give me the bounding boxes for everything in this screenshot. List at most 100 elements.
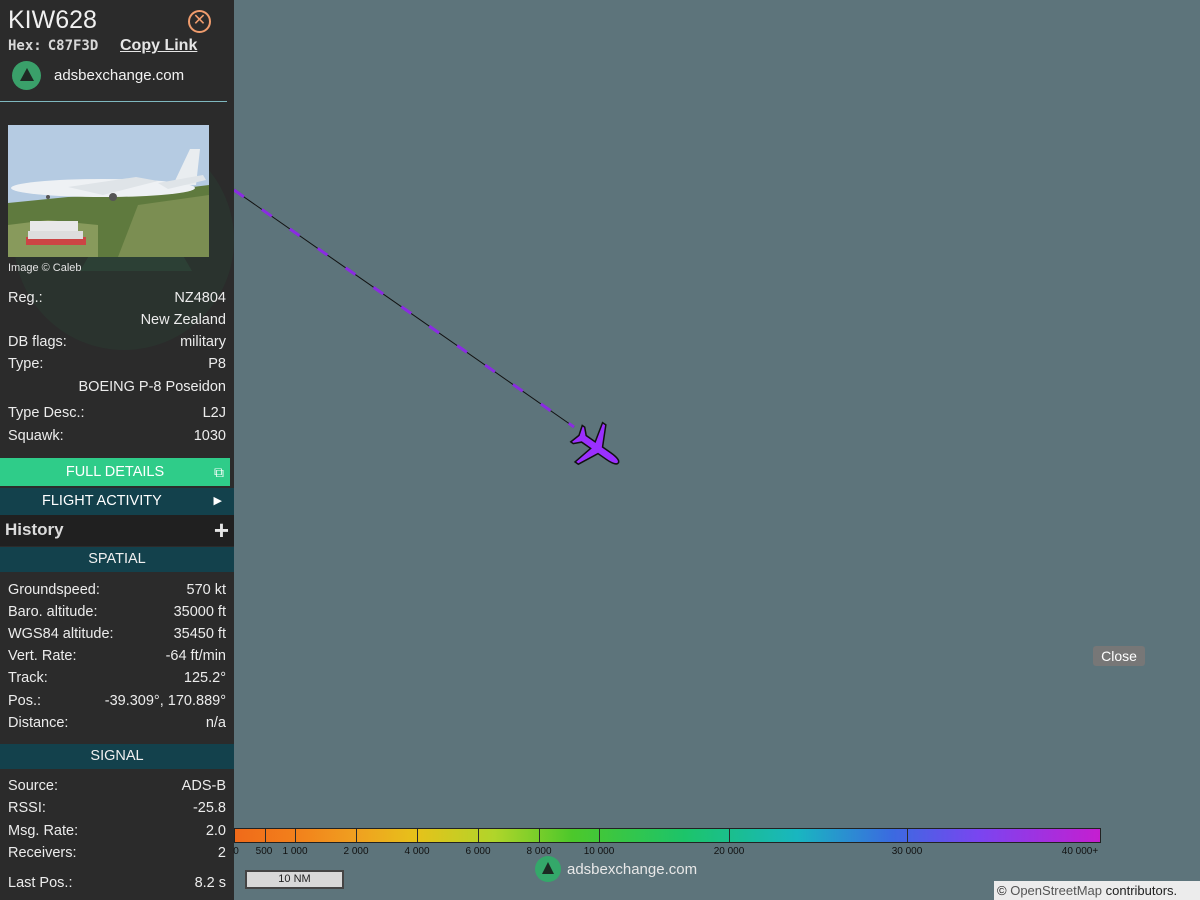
close-button[interactable]: Close [1093, 646, 1145, 666]
type-full-row: BOEING P-8 Poseidon [8, 379, 227, 399]
groundspeed-label: Groundspeed: [8, 582, 100, 598]
history-label: History [5, 520, 64, 539]
copy-link[interactable]: Copy Link [120, 37, 197, 55]
track-value: 125.2° [183, 670, 226, 686]
wgs-altitude-label: WGS84 altitude: [8, 626, 114, 642]
history-toggle[interactable]: History + [0, 515, 234, 546]
plus-icon: + [213, 515, 229, 545]
baro-altitude-label: Baro. altitude: [8, 604, 98, 620]
dbflags-value: military [180, 334, 226, 350]
scale-label: 2 000 [343, 846, 369, 857]
type-value: P8 [208, 356, 226, 372]
scale-label: 6 000 [465, 846, 491, 857]
country-value: New Zealand [140, 312, 226, 328]
track-label: Track: [8, 670, 48, 686]
callsign-title: KIW628 [8, 6, 97, 34]
squawk-value: 1030 [193, 428, 226, 444]
scale-tick [907, 829, 908, 842]
site-link[interactable]: adsbexchange.com [12, 61, 184, 90]
flight-activity-label: FLIGHT ACTIVITY [42, 493, 162, 509]
adsbexchange-logo-icon [12, 61, 41, 90]
rssi-label: RSSI: [8, 800, 46, 816]
scale-tick [356, 829, 357, 842]
scale-label: 500 [255, 846, 273, 857]
groundspeed-row: Groundspeed: 570 kt [8, 582, 226, 602]
country-row: New Zealand [8, 312, 226, 332]
groundspeed-value: 570 kt [186, 582, 227, 598]
scale-label: 4 000 [404, 846, 430, 857]
squawk-label: Squawk: [8, 428, 64, 444]
hex-label: Hex: [8, 38, 42, 54]
map-canvas[interactable] [234, 0, 1200, 900]
scale-tick [729, 829, 730, 842]
scale-tick [417, 829, 418, 842]
site-name: adsbexchange.com [54, 67, 185, 84]
wgs-altitude-row: WGS84 altitude: 35450 ft [8, 626, 226, 646]
attribution-prefix: © [997, 883, 1007, 898]
openstreetmap-link[interactable]: OpenStreetMap [1010, 883, 1102, 898]
msg-rate-row: Msg. Rate: 2.0 [8, 823, 226, 843]
chevron-right-icon: ▶ [213, 495, 222, 507]
baro-altitude-row: Baro. altitude: 35000 ft [8, 604, 226, 624]
attribution-suffix: contributors. [1105, 883, 1178, 898]
dbflags-row: DB flags: military [8, 334, 226, 354]
position-value: -39.309°, 170.889° [104, 693, 226, 709]
spatial-header: SPATIAL [0, 547, 234, 572]
flight-activity-button[interactable]: FLIGHT ACTIVITY ▶ [0, 488, 234, 515]
scale-tick [265, 829, 266, 842]
signal-header: SIGNAL [0, 744, 234, 769]
image-credit: Image © Caleb [8, 262, 82, 274]
type-row: Type: P8 [8, 356, 226, 376]
baro-altitude-value: 35000 ft [173, 604, 226, 620]
map-attribution: © OpenStreetMap contributors. [994, 881, 1200, 900]
receivers-label: Receivers: [8, 845, 77, 861]
last-pos-value: 8.2 s [194, 875, 226, 891]
reg-row: Reg.: NZ4804 [8, 290, 226, 310]
altitude-color-scale [234, 828, 1101, 843]
source-row: Source: ADS-B [8, 778, 226, 798]
source-value: ADS-B [181, 778, 226, 794]
full-details-label: FULL DETAILS [65, 464, 165, 480]
scale-label: 20 000 [713, 846, 745, 857]
source-label: Source: [8, 778, 58, 794]
scale-tick [478, 829, 479, 842]
aircraft-info-panel: KIW628 ✕ Hex: C87F3D Copy Link adsbexchan… [0, 0, 234, 900]
divider [0, 101, 227, 102]
wgs-altitude-value: 35450 ft [173, 626, 226, 642]
last-pos-row: Last Pos.: 8.2 s [8, 875, 226, 895]
close-panel-icon[interactable]: ✕ [188, 10, 211, 33]
position-label: Pos.: [8, 693, 42, 709]
hex-value: C87F3D [47, 38, 99, 54]
receivers-value: 2 [217, 845, 226, 861]
squawk-row: Squawk: 1030 [8, 428, 226, 448]
typedesc-label: Type Desc.: [8, 405, 85, 421]
receivers-row: Receivers: 2 [8, 845, 226, 865]
scale-label: 40 000+ [1061, 846, 1099, 857]
distance-scale-bar: 10 NM [245, 870, 344, 889]
full-details-button[interactable]: FULL DETAILS ⧉ [0, 458, 230, 486]
track-row: Track: 125.2° [8, 670, 226, 690]
scale-tick [599, 829, 600, 842]
aircraft-icon[interactable] [563, 414, 632, 483]
aircraft-photo[interactable] [8, 125, 209, 257]
external-link-icon: ⧉ [214, 464, 224, 480]
scale-label: 1 000 [282, 846, 308, 857]
distance-label: Distance: [8, 715, 69, 731]
typedesc-value: L2J [202, 405, 226, 421]
vert-rate-value: -64 ft/min [165, 648, 226, 664]
watermark-text: adsbexchange.com [567, 860, 698, 878]
distance-value: n/a [205, 715, 226, 731]
msg-rate-label: Msg. Rate: [8, 823, 79, 839]
typedesc-row: Type Desc.: L2J [8, 405, 226, 425]
type-label: Type: [8, 356, 44, 372]
rssi-value: -25.8 [192, 800, 226, 816]
scale-tick [539, 829, 540, 842]
msg-rate-value: 2.0 [205, 823, 226, 839]
scale-label: 30 000 [891, 846, 923, 857]
flight-trail [234, 188, 632, 483]
type-full-value: BOEING P-8 Poseidon [78, 379, 227, 395]
position-row: Pos.: -39.309°, 170.889° [8, 693, 226, 713]
scale-tick [295, 829, 296, 842]
vert-rate-row: Vert. Rate: -64 ft/min [8, 648, 226, 668]
last-pos-label: Last Pos.: [8, 875, 73, 891]
